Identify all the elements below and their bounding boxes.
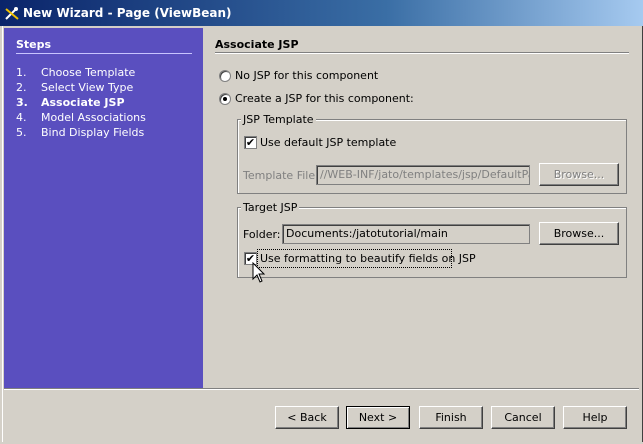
steps-divider: [16, 53, 192, 54]
panel-title: Associate JSP: [215, 38, 299, 51]
folder-field[interactable]: Documents:/jatotutorial/main: [282, 224, 530, 244]
help-button[interactable]: Help: [563, 406, 627, 429]
steps-heading: Steps: [16, 38, 52, 51]
step-label: Bind Display Fields: [41, 126, 145, 139]
step-item: 2. Select View Type: [16, 80, 146, 95]
use-default-template-label[interactable]: Use default JSP template: [260, 136, 396, 149]
step-item: 1. Choose Template: [16, 65, 146, 80]
next-button[interactable]: Next >: [346, 406, 410, 429]
step-number: 5.: [16, 126, 27, 139]
step-label: Select View Type: [41, 81, 134, 94]
step-item: 4. Model Associations: [16, 110, 146, 125]
cancel-button[interactable]: Cancel: [491, 406, 555, 429]
step-number: 4.: [16, 111, 27, 124]
beautify-fields-label[interactable]: Use formatting to beautify fields on JSP: [260, 252, 476, 265]
finish-button[interactable]: Finish: [419, 406, 483, 429]
jsp-template-legend: JSP Template: [241, 113, 316, 126]
no-jsp-radio[interactable]: [219, 70, 231, 82]
step-number: 1.: [16, 66, 27, 79]
title-bar[interactable]: New Wizard - Page (ViewBean): [0, 0, 643, 26]
step-item: 5. Bind Display Fields: [16, 125, 146, 140]
mouse-cursor-icon: [252, 262, 266, 283]
step-label: Choose Template: [41, 66, 136, 79]
steps-list: 1. Choose Template 2. Select View Type 3. A…: [16, 65, 146, 140]
step-label: Associate JSP: [41, 96, 125, 109]
template-file-label: Template File:: [243, 169, 319, 182]
template-browse-button[interactable]: Browse...: [539, 163, 619, 186]
wizard-icon: [5, 7, 19, 20]
template-file-field[interactable]: //WEB-INF/jato/templates/jsp/DefaultPage…: [316, 165, 530, 185]
no-jsp-label[interactable]: No JSP for this component: [235, 69, 378, 82]
steps-panel: Steps 1. Choose Template 2. Select View Ty…: [4, 28, 203, 388]
step-label: Model Associations: [41, 111, 146, 124]
use-default-template-checkbox[interactable]: ✔: [244, 136, 257, 149]
target-jsp-legend: Target JSP: [241, 201, 300, 214]
create-jsp-radio[interactable]: [219, 93, 231, 105]
create-jsp-label[interactable]: Create a JSP for this component:: [235, 92, 414, 105]
back-button[interactable]: < Back: [275, 406, 339, 429]
step-number: 3.: [16, 96, 28, 109]
folder-label: Folder:: [243, 228, 281, 241]
step-item-current: 3. Associate JSP: [16, 95, 146, 110]
window-title: New Wizard - Page (ViewBean): [23, 6, 232, 20]
panel-title-divider: [215, 52, 629, 54]
button-bar-divider: [4, 388, 639, 390]
step-number: 2.: [16, 81, 27, 94]
folder-browse-button[interactable]: Browse...: [539, 222, 619, 245]
